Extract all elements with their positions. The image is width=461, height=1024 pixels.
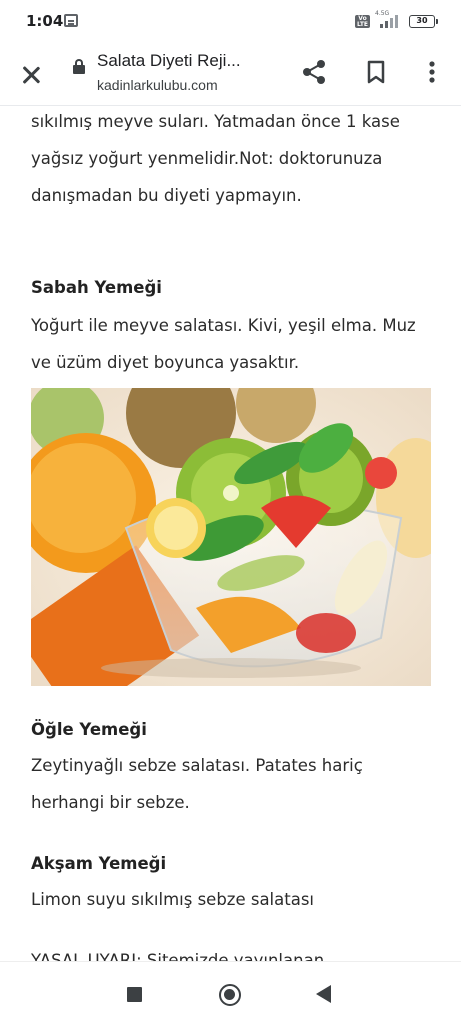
custom-tab-toolbar: Salata Diyeti Reji... kadinlarkulubu.com (0, 44, 461, 106)
breakfast-paragraph: Yoğurt ile meyve salatası. Kivi, yeşil e… (31, 316, 416, 372)
intro-paragraph: sıkılmış meyve suları. Yatmadan önce 1 k… (31, 112, 400, 205)
system-nav-bar (0, 961, 461, 1024)
legal-notice: YASAL UYARI: Sitemizde yayınlanan (31, 951, 325, 961)
bookmark-icon[interactable] (362, 58, 390, 86)
page-url[interactable]: kadinlarkulubu.com (97, 77, 218, 93)
more-vert-icon[interactable] (418, 58, 446, 86)
volte-icon: Vo LTE (355, 15, 370, 28)
battery-icon: 30 (409, 15, 438, 28)
page-title[interactable]: Salata Diyeti Reji... (97, 51, 277, 71)
close-icon[interactable] (18, 62, 44, 88)
lunch-heading: Öğle Yemeği (31, 720, 147, 739)
breakfast-heading: Sabah Yemeği (31, 278, 162, 297)
triangle-back-icon[interactable] (316, 985, 331, 1003)
fruit-salad-image (31, 388, 431, 686)
lock-icon[interactable] (73, 59, 85, 74)
gallery-notification-icon (64, 14, 78, 27)
circle-icon[interactable] (219, 984, 241, 1006)
signal-icon (380, 14, 402, 28)
dinner-heading: Akşam Yemeği (31, 854, 167, 873)
dinner-paragraph: Limon suyu sıkılmış sebze salatası (31, 890, 315, 909)
status-bar: 1:04 Vo LTE 4.5G 30 (0, 0, 461, 44)
status-time: 1:04 (26, 12, 64, 30)
article-content: sıkılmış meyve suları. Yatmadan önce 1 k… (0, 106, 461, 961)
square-icon[interactable] (127, 987, 142, 1002)
share-icon[interactable] (300, 58, 328, 86)
lunch-paragraph: Zeytinyağlı sebze salatası. Patates hari… (31, 756, 363, 812)
